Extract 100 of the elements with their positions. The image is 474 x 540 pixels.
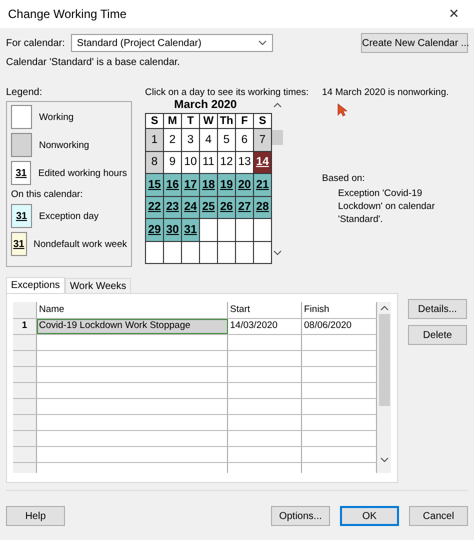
base-calendar-note: Calendar 'Standard' is a base calendar. (6, 57, 181, 70)
row-header[interactable] (13, 367, 37, 382)
calendar-day[interactable]: 24 (182, 196, 199, 218)
legend-swatch (11, 133, 32, 157)
calendar-day[interactable]: 22 (146, 196, 163, 218)
scroll-down-icon[interactable] (272, 250, 282, 256)
calendar-day[interactable]: 5 (218, 129, 235, 150)
row-header[interactable] (13, 399, 37, 414)
weekday-header: F (236, 114, 253, 128)
calendar-day[interactable]: 28 (254, 196, 271, 218)
scroll-up-icon[interactable] (272, 102, 282, 108)
legend-label: Exception day (39, 210, 99, 222)
month-title: March 2020 (173, 99, 238, 113)
calendar-day[interactable]: 12 (218, 152, 235, 173)
calendar-day[interactable]: 27 (236, 196, 253, 218)
calendar-day[interactable]: 23 (164, 196, 181, 218)
calendar-day[interactable]: 20 (236, 174, 253, 196)
calendar-day[interactable]: 9 (164, 152, 181, 173)
calendar-day[interactable]: 15 (146, 174, 163, 196)
blank-day-cell (218, 219, 235, 240)
calendar-day[interactable]: 21 (254, 174, 271, 196)
blank-day-cell (236, 219, 253, 240)
calendar-day[interactable]: 11 (200, 152, 217, 173)
side-button[interactable]: Delete (408, 325, 467, 345)
calendar-day[interactable]: 30 (164, 219, 181, 240)
side-button[interactable]: Details... (408, 299, 467, 319)
calendar-day[interactable]: 19 (218, 174, 235, 196)
scroll-down-icon[interactable] (380, 457, 388, 463)
create-calendar-button[interactable]: Create New Calendar ... (361, 33, 468, 53)
footer-button[interactable]: Cancel (409, 506, 468, 526)
legend-label: Nondefault work week (34, 238, 127, 250)
calendar-day[interactable]: 14 (254, 152, 271, 173)
row-header[interactable] (13, 431, 37, 446)
blank-day-cell (236, 242, 253, 263)
table-cell[interactable]: Covid-19 Lockdown Work Stoppage (37, 319, 228, 334)
calendar-day[interactable]: 8 (146, 152, 163, 173)
blank-day-cell (182, 242, 199, 263)
blank-day-cell (218, 242, 235, 263)
weekday-header: W (200, 114, 217, 128)
table-scrollbar[interactable] (377, 302, 391, 473)
cursor-icon (337, 103, 347, 117)
calendar-day[interactable]: 16 (164, 174, 181, 196)
legend-swatch: 31 (11, 161, 32, 185)
weekday-header: M (164, 114, 181, 128)
footer-button[interactable]: Help (6, 506, 65, 526)
calendar-day[interactable]: 13 (236, 152, 253, 173)
column-header[interactable]: Start (228, 302, 302, 318)
calendar-day[interactable]: 2 (164, 129, 181, 150)
footer-button[interactable]: OK (340, 506, 399, 526)
calendar-label: For calendar: (6, 38, 65, 48)
legend-swatch: 31 (11, 232, 27, 256)
row-header[interactable] (13, 383, 37, 398)
scroll-up-icon[interactable] (380, 305, 388, 311)
calendar-day[interactable]: 31 (182, 219, 199, 240)
based-on-text: Exception 'Covid-19 Lockdown' on calendar 'Standard'. (338, 187, 436, 226)
legend-title: Legend: (6, 87, 44, 98)
calendar-day[interactable]: 25 (200, 196, 217, 218)
blank-day-cell (200, 242, 217, 263)
row-header[interactable] (13, 351, 37, 366)
weekday-header: Th (218, 114, 235, 128)
tab[interactable]: Work Weeks (64, 278, 132, 293)
calendar-day[interactable]: 18 (200, 174, 217, 196)
table-cell[interactable]: 14/03/2020 (228, 319, 302, 334)
weekday-header: S (146, 114, 163, 128)
calendar-day[interactable]: 1 (146, 129, 163, 150)
blank-day-cell (164, 242, 181, 263)
tab[interactable]: Exceptions (6, 277, 65, 293)
row-header[interactable] (13, 447, 37, 462)
row-header[interactable] (13, 415, 37, 430)
day-info-text: 14 March 2020 is nonworking. (322, 87, 450, 98)
legend-swatch (11, 105, 32, 129)
blank-day-cell (254, 242, 271, 263)
legend-label: Edited working hours (38, 168, 127, 178)
weekday-header: S (254, 114, 271, 128)
instruction-text: Click on a day to see its working times: (145, 87, 309, 98)
calendar-day[interactable]: 7 (254, 129, 271, 150)
footer-button[interactable]: Options... (271, 506, 330, 526)
weekday-header: T (182, 114, 199, 128)
calendar-day[interactable]: 10 (182, 152, 199, 173)
calendar-day[interactable]: 17 (182, 174, 199, 196)
legend-swatch: 31 (11, 204, 32, 228)
calendar-day[interactable]: 29 (146, 219, 163, 240)
row-header[interactable] (13, 335, 37, 350)
calendar-dropdown[interactable]: Standard (Project Calendar) (70, 34, 273, 52)
calendar-day[interactable]: 4 (200, 129, 217, 150)
scroll-thumb[interactable] (272, 130, 282, 145)
chevron-down-icon (258, 40, 267, 46)
blank-day-cell (200, 219, 217, 240)
calendar-day[interactable]: 6 (236, 129, 253, 150)
column-header[interactable]: Name (37, 302, 228, 318)
calendar-day[interactable]: 26 (218, 196, 235, 218)
calendar-day[interactable]: 3 (182, 129, 199, 150)
legend-label: Nonworking (39, 140, 90, 150)
close-button[interactable]: ✕ (434, 0, 474, 28)
window-title: Change Working Time (8, 7, 126, 21)
based-on-label: Based on: (322, 173, 366, 184)
legend-label: Working (39, 112, 74, 122)
row-number[interactable]: 1 (13, 319, 37, 334)
corner-header (13, 302, 37, 318)
blank-day-cell (254, 219, 271, 240)
